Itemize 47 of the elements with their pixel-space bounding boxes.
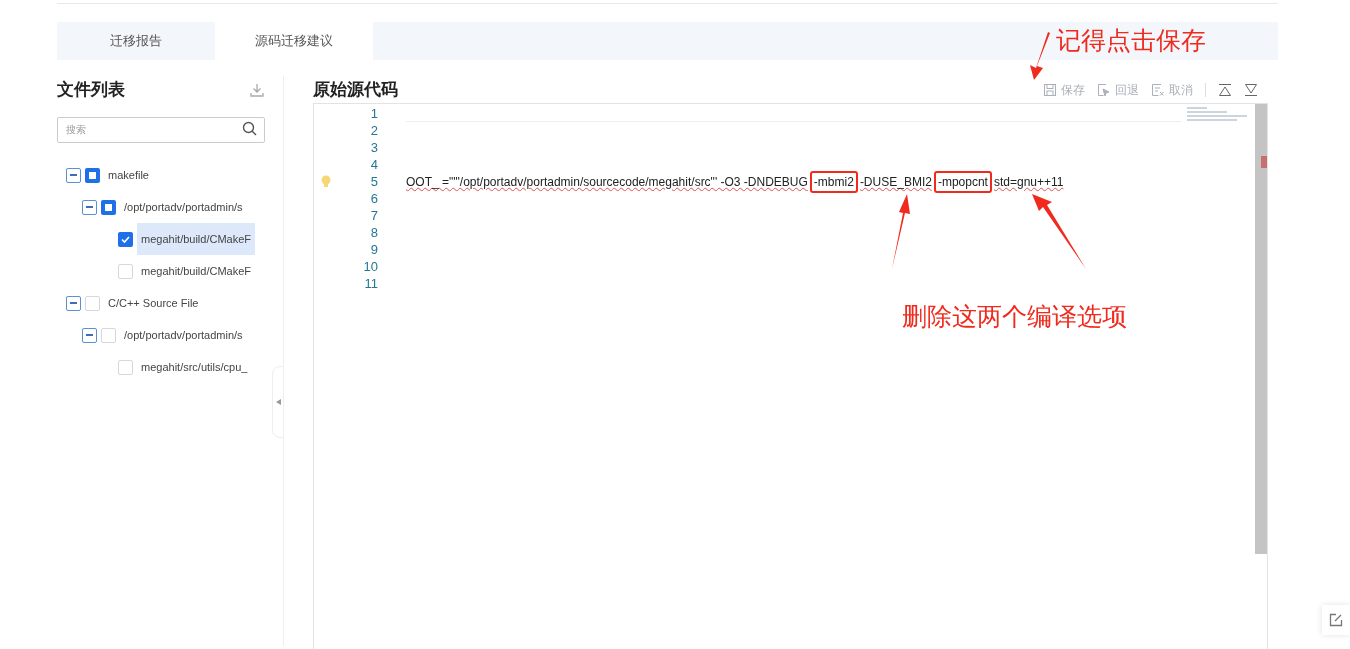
- line-number: 2: [370, 121, 378, 140]
- checkbox[interactable]: [118, 231, 133, 247]
- line-number: 3: [370, 138, 378, 157]
- checkbox[interactable]: [118, 263, 133, 279]
- arrow: [1028, 30, 1052, 80]
- collapse-toggle[interactable]: [66, 167, 81, 183]
- line-number: 7: [370, 206, 378, 225]
- line-number: 10: [363, 257, 378, 276]
- collapse-up-icon[interactable]: [1218, 83, 1232, 97]
- expand-down-icon[interactable]: [1244, 83, 1258, 97]
- checkbox[interactable]: [101, 199, 116, 215]
- save-icon: [1043, 83, 1057, 97]
- line-number: 8: [370, 223, 378, 242]
- tab[interactable]: 迁移报告: [57, 22, 215, 60]
- annotation-text: 记得点击保存: [1056, 25, 1206, 56]
- cancel-icon: [1151, 83, 1165, 97]
- line-number: 6: [370, 189, 378, 208]
- collapse-toggle[interactable]: [82, 327, 97, 343]
- edit-icon: [1329, 613, 1343, 627]
- checkbox[interactable]: [118, 359, 133, 375]
- panel-title: 文件列表: [57, 79, 125, 102]
- code-text: OOT_ ="'"/opt/portadv/portadmin/sourcecode/megahit/src"' -O3 -DNDEBUG: [406, 173, 808, 191]
- line-number: 4: [370, 155, 378, 174]
- highlighted-code: -mpopcnt: [933, 170, 992, 193]
- checkbox[interactable]: [85, 295, 100, 311]
- caret-icon: [275, 399, 281, 405]
- line-number: 5: [370, 172, 378, 191]
- search-field[interactable]: 搜索: [57, 116, 265, 143]
- code-text: -DUSE_BMI2: [859, 173, 932, 191]
- search-icon[interactable]: [242, 121, 257, 136]
- collapse-toggle[interactable]: [66, 295, 81, 311]
- feedback-button[interactable]: [1322, 605, 1350, 635]
- scrollbar[interactable]: [1255, 104, 1267, 554]
- annotation-text: 删除这两个编译选项: [902, 301, 1127, 332]
- checkbox[interactable]: [85, 167, 100, 183]
- tab[interactable]: 源码迁移建议: [215, 22, 373, 60]
- revert-icon: [1097, 83, 1111, 97]
- collapse-handle[interactable]: [272, 366, 284, 438]
- collapse-toggle[interactable]: [82, 199, 97, 215]
- line-number: 9: [370, 240, 378, 259]
- line-number: 11: [364, 274, 378, 293]
- highlighted-code: -mbmi2: [809, 170, 858, 193]
- tree-item[interactable]: megahit/build/CMakeF: [137, 223, 256, 255]
- panel-title: 原始源代码: [313, 79, 398, 102]
- code-text: std=gnu++11: [993, 173, 1064, 191]
- checkbox[interactable]: [101, 327, 116, 343]
- line-number: 1: [370, 104, 378, 123]
